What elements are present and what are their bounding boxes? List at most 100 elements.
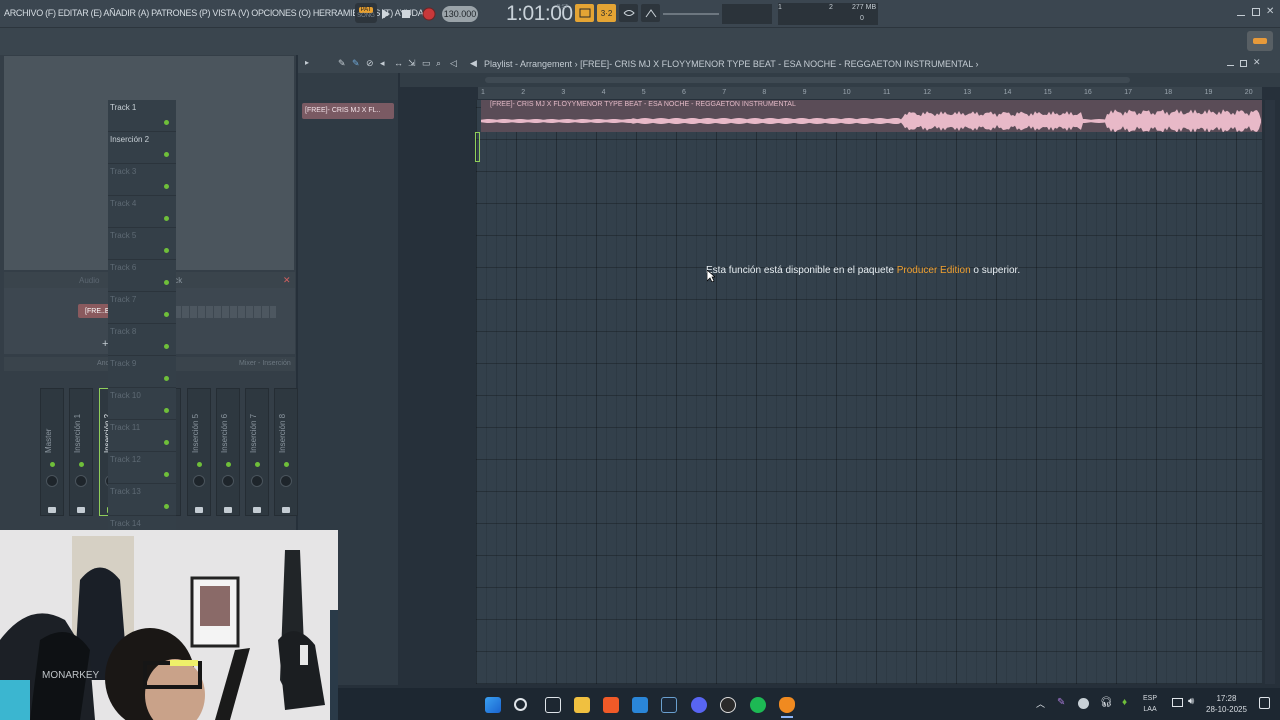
audio-clip[interactable]: [FREE]- CRIS MJ X FLOYYMENOR TYPE BEAT -… <box>481 100 1262 132</box>
obs-icon[interactable] <box>720 697 736 713</box>
record-button[interactable] <box>420 5 438 23</box>
countdown-button[interactable] <box>641 4 660 22</box>
mixer-strip[interactable]: Inserción 5 <box>186 388 211 516</box>
task-view-icon[interactable] <box>545 697 561 713</box>
mixer-strip[interactable]: Inserción 6 <box>215 388 240 516</box>
mixer-pan-knob[interactable] <box>221 475 234 487</box>
mixer-strip[interactable]: Inserción 1 <box>69 388 94 516</box>
timeline-ruler[interactable]: 1 2 3 4 5 6 7 8 9 10 11 12 13 14 15 16 17 18 19 20 <box>478 87 1262 99</box>
mixer-fader[interactable] <box>48 507 56 513</box>
horizontal-scrollbar[interactable] <box>485 77 1130 83</box>
track-mute-led[interactable] <box>164 312 169 317</box>
file-explorer-icon[interactable] <box>574 697 590 713</box>
brave-browser-icon[interactable] <box>603 697 619 713</box>
track-header[interactable]: Track 4 <box>108 196 176 228</box>
track-mute-led[interactable] <box>164 376 169 381</box>
breadcrumb-arrangement[interactable]: Playlist - Arrangement <box>484 59 572 69</box>
fl-cloud-button[interactable] <box>1247 31 1273 51</box>
tray-steam-icon[interactable] <box>1078 698 1089 709</box>
close-window-icon[interactable]: ✕ <box>1266 6 1274 17</box>
metronome-button[interactable]: 3·2 <box>597 4 616 22</box>
discord-icon[interactable] <box>691 697 707 713</box>
track-mute-led[interactable] <box>164 472 169 477</box>
mixer-fader[interactable] <box>282 507 291 513</box>
track-mute-led[interactable] <box>164 344 169 349</box>
track-header[interactable]: Track 8 <box>108 324 176 356</box>
track-mute-led[interactable] <box>164 504 169 509</box>
paint-tool-icon[interactable]: ✎ <box>352 58 360 69</box>
track-header[interactable]: Track 3 <box>108 164 176 196</box>
tray-mic-icon[interactable]: ♦ <box>1122 697 1127 708</box>
track-header[interactable]: Track 10 <box>108 388 176 420</box>
mixer-strip-led[interactable] <box>196 462 202 467</box>
close-rack-icon[interactable]: ✕ <box>283 275 291 286</box>
track-mute-led[interactable] <box>164 216 169 221</box>
playlist-close-icon[interactable]: ✕ <box>1253 57 1261 68</box>
track-mute-led[interactable] <box>164 248 169 253</box>
playhead[interactable] <box>475 132 480 162</box>
steam-icon[interactable] <box>661 697 677 713</box>
mixer-fader[interactable] <box>194 507 203 513</box>
select-tool-icon[interactable]: ▭ <box>422 58 431 69</box>
mixer-strip-led[interactable] <box>225 462 231 467</box>
snap-button[interactable] <box>575 4 594 22</box>
mixer-strip[interactable]: Master <box>40 388 64 516</box>
mute-tool-icon[interactable]: ◂ <box>380 58 385 69</box>
mixer-fader[interactable] <box>77 507 86 513</box>
mixer-pan-knob[interactable] <box>75 475 88 487</box>
track-header[interactable]: Track 12 <box>108 452 176 484</box>
spotify-icon[interactable] <box>750 697 766 713</box>
mixer-pan-knob[interactable] <box>192 475 205 487</box>
tray-pen-icon[interactable]: ✎ <box>1057 697 1065 708</box>
mixer-strip[interactable]: Inserción 7 <box>245 388 270 516</box>
playlist-maximize-icon[interactable] <box>1240 60 1247 67</box>
track-header[interactable]: Track 7 <box>108 292 176 324</box>
draw-tool-icon[interactable]: ✎ <box>338 58 346 69</box>
mixer-fader[interactable] <box>223 507 232 513</box>
playlist-arrow-icon[interactable]: ▸ <box>305 58 309 67</box>
tray-chevron-icon[interactable]: ︿ <box>1036 697 1045 710</box>
stop-button[interactable] <box>400 7 412 21</box>
track-mute-led[interactable] <box>164 152 169 157</box>
wait-input-button[interactable] <box>619 4 638 22</box>
pat-song-toggle[interactable]: PAT SONG <box>355 3 377 23</box>
tray-headset-icon[interactable]: 🎧︎ <box>1100 697 1113 708</box>
track-mute-led[interactable] <box>164 440 169 445</box>
mixer-fader[interactable] <box>253 507 262 513</box>
master-volume-slider[interactable] <box>663 13 719 15</box>
language-indicator[interactable]: ESP LAA <box>1143 693 1157 715</box>
mixer-strip-led[interactable] <box>284 462 290 467</box>
windows-start-icon[interactable] <box>485 697 501 713</box>
track-header[interactable]: Inserción 2 <box>108 132 176 164</box>
mixer-strip-led[interactable] <box>79 462 85 467</box>
track-header[interactable]: Track 5 <box>108 228 176 260</box>
track-mute-led[interactable] <box>164 280 169 285</box>
notifications-icon[interactable] <box>1259 697 1270 709</box>
network-icon[interactable] <box>1172 698 1183 707</box>
track-header[interactable]: Track 11 <box>108 420 176 452</box>
tempo-display[interactable]: 130.000 <box>442 6 478 22</box>
track-mute-led[interactable] <box>164 408 169 413</box>
fl-studio-icon[interactable] <box>779 697 795 713</box>
taskbar-clock[interactable]: 17:28 28-10-2025 <box>1206 693 1247 715</box>
playback-tool-icon[interactable]: ◁ <box>450 58 457 69</box>
track-header[interactable]: Track 13 <box>108 484 176 516</box>
playlist-minimize-icon[interactable] <box>1227 59 1234 66</box>
delete-tool-icon[interactable]: ⊘ <box>366 58 374 69</box>
mixer-pan-knob[interactable] <box>251 475 264 487</box>
speaker-icon[interactable]: 🔊︎ <box>1188 696 1194 707</box>
track-header[interactable]: Track 1 <box>108 100 176 132</box>
mixer-strip-led[interactable] <box>255 462 261 467</box>
search-icon[interactable] <box>514 698 527 711</box>
slice-tool-icon[interactable]: ⇲ <box>408 58 416 69</box>
photos-icon[interactable] <box>632 697 648 713</box>
maximize-window-icon[interactable] <box>1252 8 1260 16</box>
track-mute-led[interactable] <box>164 184 169 189</box>
track-header[interactable]: Track 9 <box>108 356 176 388</box>
zoom-tool-icon[interactable]: ⌕ <box>436 58 441 69</box>
breadcrumb-project[interactable]: [FREE]- CRIS MJ X FLOYYMENOR TYPE BEAT -… <box>580 59 973 69</box>
play-button[interactable] <box>380 7 392 21</box>
mixer-pan-knob[interactable] <box>46 475 58 487</box>
mixer-strip[interactable]: Inserción 8 <box>274 388 299 516</box>
track-header[interactable]: Track 6 <box>108 260 176 292</box>
